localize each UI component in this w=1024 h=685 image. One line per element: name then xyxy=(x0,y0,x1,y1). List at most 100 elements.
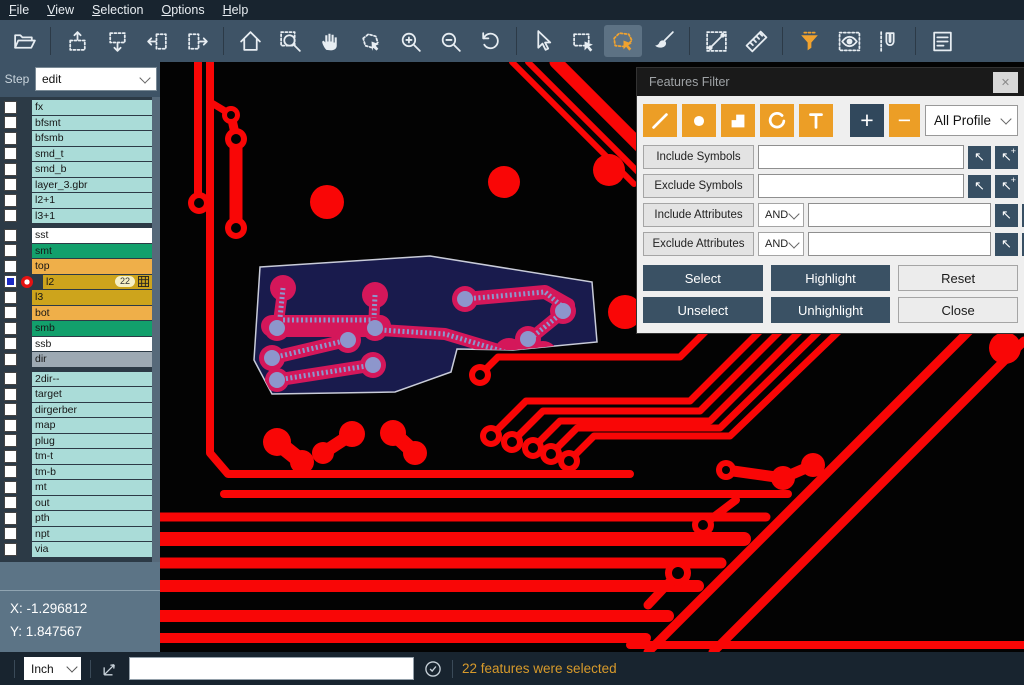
toolbar-button-hand[interactable] xyxy=(311,25,349,57)
layer-checkbox-bfsmb[interactable] xyxy=(4,132,17,145)
angle-measure-icon[interactable] xyxy=(100,659,120,679)
layer-cell-via[interactable]: via xyxy=(32,542,152,557)
layer-row-tm-b[interactable]: tm-b xyxy=(0,465,152,480)
toolbar-button-cursor[interactable] xyxy=(524,25,562,57)
layer-row-smd_t[interactable]: smd_t xyxy=(0,147,152,162)
toolbar-button-pan-down[interactable] xyxy=(98,25,136,57)
layer-cell-tm-b[interactable]: tm-b xyxy=(32,465,152,480)
remove-filter-button[interactable]: − xyxy=(889,104,920,137)
menu-options[interactable]: Options xyxy=(152,1,213,19)
command-input[interactable] xyxy=(129,657,414,680)
layer-checkbox-plug[interactable] xyxy=(4,434,17,447)
toolbar-button-filter[interactable] xyxy=(790,25,828,57)
include-attributes-button[interactable]: Include Attributes xyxy=(643,203,754,227)
toolbar-button-measure[interactable] xyxy=(697,25,735,57)
toolbar-button-home[interactable] xyxy=(231,25,269,57)
layer-checkbox-bot[interactable] xyxy=(4,306,17,319)
layer-checkbox-2dir--[interactable] xyxy=(4,372,17,385)
unhighlight-button[interactable]: Unhighlight xyxy=(771,297,891,323)
apply-check-icon[interactable] xyxy=(423,659,443,679)
layer-checkbox-top[interactable] xyxy=(4,260,17,273)
menu-help[interactable]: Help xyxy=(214,1,258,19)
layer-cell-smb[interactable]: smb xyxy=(32,321,152,336)
layer-checkbox-l2[interactable] xyxy=(4,275,17,288)
layer-cell-bfsmb[interactable]: bfsmb xyxy=(32,131,152,146)
layer-row-bfsmt[interactable]: bfsmt xyxy=(0,116,152,131)
feature-type-button-pad[interactable] xyxy=(682,104,716,137)
toolbar-button-folder[interactable] xyxy=(5,25,43,57)
layer-row-out[interactable]: out xyxy=(0,496,152,511)
layer-checkbox-smt[interactable] xyxy=(4,244,17,257)
layer-cell-map[interactable]: map xyxy=(32,418,152,433)
layer-cell-l3[interactable]: l3 xyxy=(32,290,152,305)
layer-cell-smd_t[interactable]: smd_t xyxy=(32,147,152,162)
layer-cell-plug[interactable]: plug xyxy=(32,434,152,449)
layer-cell-smd_b[interactable]: smd_b xyxy=(32,162,152,177)
feature-type-button-line[interactable] xyxy=(643,104,677,137)
toolbar-button-snap[interactable] xyxy=(870,25,908,57)
toolbar-button-zoom-prev[interactable] xyxy=(471,25,509,57)
add-filter-button[interactable]: + xyxy=(850,104,884,137)
layer-checkbox-mt[interactable] xyxy=(4,481,17,494)
layer-checkbox-dir[interactable] xyxy=(4,353,17,366)
layer-checkbox-ssb[interactable] xyxy=(4,337,17,350)
layer-row-l3[interactable]: l3 xyxy=(0,290,152,305)
layer-row-fx[interactable]: fx xyxy=(0,100,152,115)
layer-cell-target[interactable]: target xyxy=(32,387,152,402)
layer-checkbox-map[interactable] xyxy=(4,419,17,432)
reset-button[interactable]: Reset xyxy=(898,265,1018,291)
grid-icon[interactable] xyxy=(138,276,149,287)
include-symbols-button[interactable]: Include Symbols xyxy=(643,145,754,169)
pick-arrow-button[interactable]: ↖ xyxy=(968,146,991,169)
layer-cell-ssb[interactable]: ssb xyxy=(32,337,152,352)
toolbar-button-pan-left[interactable] xyxy=(138,25,176,57)
layer-row-l3+1[interactable]: l3+1 xyxy=(0,209,152,224)
layer-row-smb[interactable]: smb xyxy=(0,321,152,336)
pick-arrow-button[interactable]: ↖ xyxy=(995,204,1018,227)
layer-cell-top[interactable]: top xyxy=(32,259,152,274)
toolbar-button-rect-select[interactable] xyxy=(564,25,602,57)
and-or-select[interactable]: AND xyxy=(758,232,804,256)
pick-arrow-add-button[interactable]: ↖+ xyxy=(995,175,1018,198)
layer-row-target[interactable]: target xyxy=(0,387,152,402)
toolbar-button-view-box[interactable] xyxy=(830,25,868,57)
close-icon[interactable]: ✕ xyxy=(993,72,1018,93)
layer-cell-pth[interactable]: pth xyxy=(32,511,152,526)
layer-cell-mt[interactable]: mt xyxy=(32,480,152,495)
layer-row-pth[interactable]: pth xyxy=(0,511,152,526)
layer-checkbox-target[interactable] xyxy=(4,388,17,401)
layer-checkbox-smd_t[interactable] xyxy=(4,147,17,160)
pick-arrow-add-button[interactable]: ↖+ xyxy=(995,146,1018,169)
layer-row-npt[interactable]: npt xyxy=(0,527,152,542)
layer-checkbox-npt[interactable] xyxy=(4,527,17,540)
layer-checkbox-dirgerber[interactable] xyxy=(4,403,17,416)
layer-row-l2[interactable]: l222 xyxy=(0,275,152,290)
exclude-attributes-button[interactable]: Exclude Attributes xyxy=(643,232,754,256)
layer-row-2dir--[interactable]: 2dir-- xyxy=(0,372,152,387)
layer-checkbox-bfsmt[interactable] xyxy=(4,116,17,129)
toolbar-button-zoom-area[interactable] xyxy=(271,25,309,57)
layer-checkbox-l3[interactable] xyxy=(4,291,17,304)
toolbar-button-brush[interactable] xyxy=(644,25,682,57)
layer-cell-l2+1[interactable]: l2+1 xyxy=(32,193,152,208)
feature-type-button-surface[interactable] xyxy=(721,104,755,137)
unselect-button[interactable]: Unselect xyxy=(643,297,763,323)
toolbar-button-pan-right[interactable] xyxy=(178,25,216,57)
pick-arrow-button[interactable]: ↖ xyxy=(968,175,991,198)
layer-row-map[interactable]: map xyxy=(0,418,152,433)
layer-checkbox-tm-t[interactable] xyxy=(4,450,17,463)
unit-select[interactable]: Inch xyxy=(24,657,81,680)
layer-row-top[interactable]: top xyxy=(0,259,152,274)
layer-cell-2dir--[interactable]: 2dir-- xyxy=(32,372,152,387)
layer-row-bot[interactable]: bot xyxy=(0,306,152,321)
layer-row-bfsmb[interactable]: bfsmb xyxy=(0,131,152,146)
menu-file[interactable]: File xyxy=(0,1,38,19)
toolbar-button-ruler[interactable] xyxy=(737,25,775,57)
step-select[interactable]: edit xyxy=(35,67,157,91)
layer-row-sst[interactable]: sst xyxy=(0,228,152,243)
menu-view[interactable]: View xyxy=(38,1,83,19)
toolbar-button-form[interactable] xyxy=(923,25,961,57)
layer-checkbox-via[interactable] xyxy=(4,543,17,556)
layer-checkbox-tm-b[interactable] xyxy=(4,465,17,478)
highlight-button[interactable]: Highlight xyxy=(771,265,891,291)
